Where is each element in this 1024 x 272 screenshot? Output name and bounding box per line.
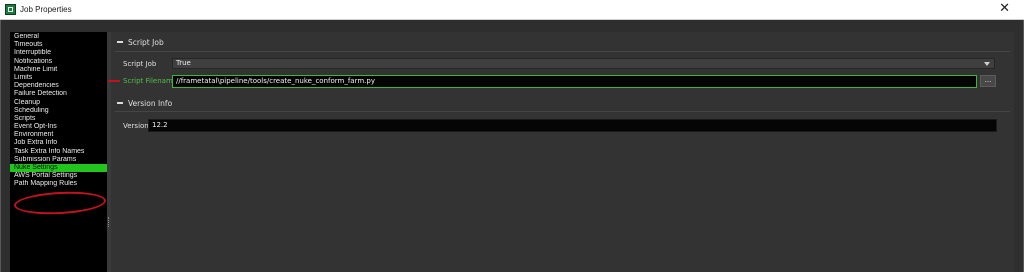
annotation-marker (108, 80, 120, 82)
sidebar: General Timeouts Interruptible Notificat… (10, 32, 107, 272)
sidebar-item-aws-portal-settings[interactable]: AWS Portal Settings (10, 172, 107, 180)
sidebar-item-environment[interactable]: Environment (10, 131, 107, 139)
sidebar-item-limits[interactable]: Limits (10, 74, 107, 82)
version-label: Version (123, 122, 149, 130)
section-header-script-job[interactable]: Script Job (117, 37, 164, 49)
sidebar-item-notifications[interactable]: Notifications (10, 58, 107, 66)
browse-button[interactable]: ... (980, 75, 996, 87)
script-job-value: True (176, 59, 191, 67)
sidebar-item-event-opt-ins[interactable]: Event Opt-Ins (10, 123, 107, 131)
script-filename-label: Script Filename (123, 77, 178, 85)
app-icon (5, 4, 16, 15)
sidebar-item-general[interactable]: General (10, 33, 107, 41)
title-bar: Job Properties ✕ (0, 0, 1024, 20)
sidebar-item-failure-detection[interactable]: Failure Detection (10, 90, 107, 98)
section-title: Script Job (128, 38, 164, 47)
script-job-dropdown[interactable]: True (172, 58, 995, 69)
section-title: Version Info (128, 99, 173, 108)
sidebar-item-dependencies[interactable]: Dependencies (10, 82, 107, 90)
version-value: 12.2 (152, 121, 168, 129)
chevron-down-icon (984, 62, 990, 66)
sidebar-item-submission-params[interactable]: Submission Params (10, 156, 107, 164)
collapse-icon[interactable] (117, 102, 123, 104)
collapse-icon[interactable] (117, 41, 123, 43)
script-job-label: Script Job (123, 60, 157, 68)
sidebar-item-scheduling[interactable]: Scheduling (10, 107, 107, 115)
sidebar-item-timeouts[interactable]: Timeouts (10, 41, 107, 49)
sidebar-item-interruptible[interactable]: Interruptible (10, 49, 107, 57)
section-header-version-info[interactable]: Version Info (117, 98, 172, 110)
divider (115, 51, 1010, 52)
script-filename-field[interactable]: //frametatal\pipeline/tools/create_nuke_… (172, 75, 977, 88)
window-title: Job Properties (20, 5, 72, 14)
sidebar-item-machine-limit[interactable]: Machine Limit (10, 66, 107, 74)
sidebar-item-task-extra-info-names[interactable]: Task Extra Info Names (10, 148, 107, 156)
settings-panel: Script Job Script Job True Script Filena… (111, 32, 1014, 272)
script-filename-value: //frametatal\pipeline/tools/create_nuke_… (176, 77, 375, 85)
divider (115, 111, 1010, 112)
sidebar-item-nuke-settings[interactable]: Nuke Settings (10, 164, 107, 173)
sidebar-item-job-extra-info[interactable]: Job Extra Info (10, 139, 107, 147)
sidebar-item-path-mapping-rules[interactable]: Path Mapping Rules (10, 180, 107, 188)
close-icon[interactable]: ✕ (999, 1, 1010, 17)
version-field[interactable]: 12.2 (148, 119, 997, 132)
sidebar-item-scripts[interactable]: Scripts (10, 115, 107, 123)
sidebar-item-cleanup[interactable]: Cleanup (10, 99, 107, 107)
annotation-circle (13, 189, 107, 217)
